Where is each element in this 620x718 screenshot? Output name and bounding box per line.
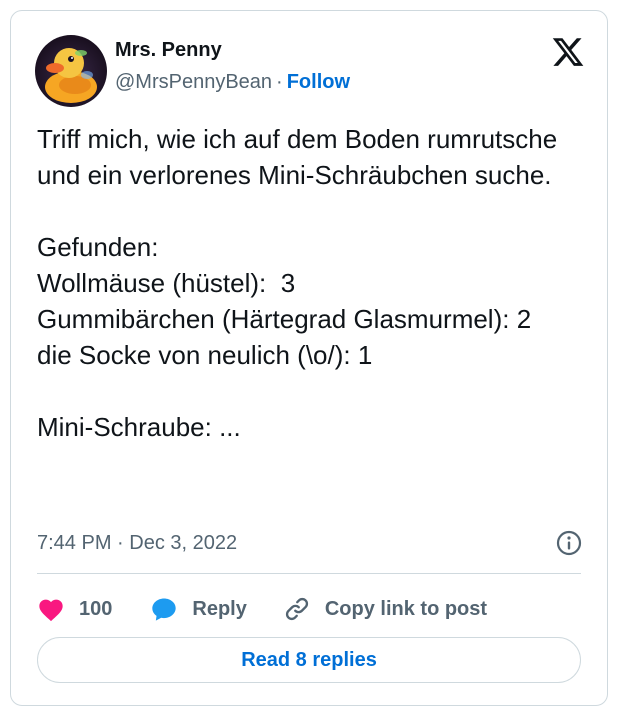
heart-icon	[39, 599, 63, 622]
action-bar: 100 Reply Copy link to post	[37, 593, 487, 625]
like-button[interactable]: 100	[37, 596, 112, 622]
reply-label: Reply	[192, 597, 247, 620]
user-handle[interactable]: @MrsPennyBean	[115, 71, 272, 93]
info-icon[interactable]	[555, 529, 583, 557]
read-replies-label: Read 8 replies	[241, 648, 377, 671]
avatar[interactable]	[35, 35, 107, 107]
display-name[interactable]: Mrs. Penny	[115, 39, 222, 62]
like-count: 100	[79, 597, 113, 620]
follow-button[interactable]: Follow	[287, 71, 350, 93]
read-replies-button[interactable]: Read 8 replies	[37, 637, 581, 683]
copy-link-button[interactable]: Copy link to post	[283, 595, 487, 623]
divider	[37, 573, 581, 574]
reply-button[interactable]: Reply	[150, 596, 247, 622]
rubber-duck-icon	[45, 48, 97, 103]
reply-bubble-icon	[152, 598, 177, 621]
handle-line: @MrsPennyBean · Follow	[115, 71, 350, 94]
x-logo-icon[interactable]	[551, 35, 585, 69]
tweet-card: Mrs. Penny @MrsPennyBean · Follow Triff mi…	[10, 10, 608, 706]
link-icon	[285, 597, 308, 621]
separator-dot: ·	[276, 71, 283, 93]
copy-link-label: Copy link to post	[324, 597, 488, 620]
tweet-timestamp[interactable]: 7:44 PM · Dec 3, 2022	[37, 532, 237, 555]
tweet-text: Triff mich, wie ich auf dem Boden rumrut…	[37, 124, 558, 442]
